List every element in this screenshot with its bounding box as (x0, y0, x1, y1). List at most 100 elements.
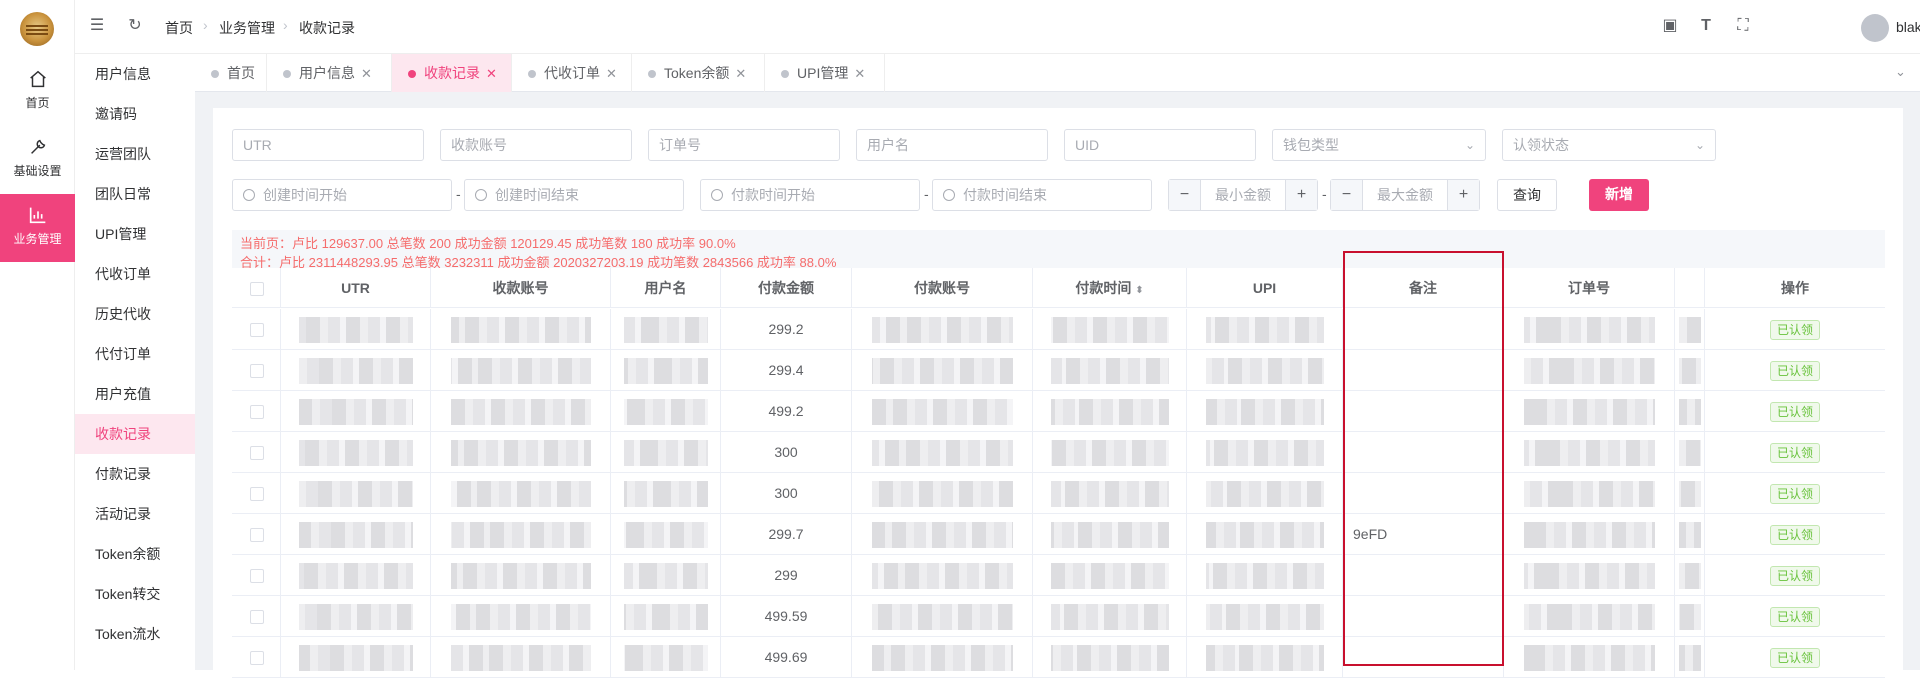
breadcrumb-item[interactable]: 首页 (165, 18, 193, 38)
create-start-picker[interactable]: 创建时间开始 (232, 179, 452, 211)
tab-label: 用户信息 (299, 65, 355, 81)
redacted-cell (1675, 350, 1705, 391)
sidebar-item-user-recharge[interactable]: 用户充值 (75, 374, 195, 414)
sidebar-item-team-daily[interactable]: 团队日常 (75, 174, 195, 214)
app-logo[interactable] (20, 12, 54, 46)
sort-icon[interactable]: ⬍ (1135, 285, 1143, 296)
col-order-no: 订单号 (1504, 268, 1675, 308)
table-row: 299.7 9eFD 已认领 (232, 514, 1885, 555)
table-header: UTR 收款账号 用户名 付款金额 付款账号 付款时间 ⬍ UPI 备注 订单号… (232, 268, 1885, 308)
claimed-badge[interactable]: 已认领 (1769, 402, 1820, 423)
sidebar-item-upi[interactable]: UPI管理 (75, 214, 195, 254)
picker-placeholder: 创建时间结束 (495, 187, 579, 203)
chevron-down-icon[interactable]: ⌄ (1895, 64, 1906, 80)
claimed-badge[interactable]: 已认领 (1769, 648, 1820, 669)
sidebar-item-ops-team[interactable]: 运营团队 (75, 134, 195, 174)
row-checkbox[interactable] (250, 364, 264, 378)
claimed-badge[interactable]: 已认领 (1769, 607, 1820, 628)
fullscreen-icon[interactable]: ⛶ (1734, 17, 1752, 35)
redacted-cell (611, 473, 721, 514)
redacted-block (1206, 317, 1324, 343)
redacted-block (451, 645, 591, 671)
image-icon[interactable]: ▣ (1661, 17, 1679, 35)
add-button[interactable]: 新增 (1589, 179, 1649, 211)
claimed-badge[interactable]: 已认领 (1769, 320, 1820, 341)
amount-cell: 499.69 (721, 637, 852, 678)
row-checkbox[interactable] (250, 323, 264, 337)
row-checkbox[interactable] (250, 651, 264, 665)
tab-dot-icon (211, 70, 219, 79)
create-end-picker[interactable]: 创建时间结束 (464, 179, 684, 211)
rail-item-home[interactable]: 首页 (0, 58, 75, 126)
row-checkbox[interactable] (250, 528, 264, 542)
username-input[interactable]: 用户名 (856, 129, 1048, 161)
sidebar-item-token-balance[interactable]: Token余额 (75, 534, 195, 574)
redacted-block (451, 440, 591, 466)
sidebar-item-payments[interactable]: 付款记录 (75, 454, 195, 494)
sidebar-item-activity[interactable]: 活动记录 (75, 494, 195, 534)
tab-collect-orders[interactable]: 代收订单 ✕ (512, 54, 632, 92)
tab-label: 代收订单 (544, 65, 600, 81)
minus-icon[interactable]: − (1331, 180, 1363, 210)
rail-item-business[interactable]: 业务管理 (0, 194, 75, 262)
tab-home[interactable]: 首页 (195, 54, 267, 92)
wallet-type-select[interactable]: 钱包类型 ⌄ (1272, 129, 1486, 161)
order-no-input[interactable]: 订单号 (648, 129, 840, 161)
redacted-block (451, 399, 591, 425)
breadcrumb-item[interactable]: 业务管理 (219, 18, 275, 38)
col-pay-time[interactable]: 付款时间 ⬍ (1033, 268, 1187, 308)
row-checkbox[interactable] (250, 569, 264, 583)
claimed-badge[interactable]: 已认领 (1769, 443, 1820, 464)
select-all-checkbox[interactable] (250, 282, 264, 296)
sidebar-item-payout-orders[interactable]: 代付订单 (75, 334, 195, 374)
claimed-badge[interactable]: 已认领 (1769, 484, 1820, 505)
claimed-badge[interactable]: 已认领 (1769, 361, 1820, 382)
max-amount-stepper[interactable]: − 最大金额 + (1330, 179, 1480, 211)
claim-status-select[interactable]: 认领状态 ⌄ (1502, 129, 1716, 161)
claimed-badge[interactable]: 已认领 (1769, 525, 1820, 546)
tab-receipts[interactable]: 收款记录 ✕ (392, 54, 512, 92)
row-checkbox[interactable] (250, 610, 264, 624)
utr-input[interactable]: UTR (232, 129, 424, 161)
close-icon[interactable]: ✕ (606, 66, 617, 81)
sidebar-item-collect-orders[interactable]: 代收订单 (75, 254, 195, 294)
amount-cell: 499.2 (721, 391, 852, 432)
query-button[interactable]: 查询 (1497, 179, 1557, 211)
font-size-icon[interactable]: T (1697, 17, 1715, 35)
rail-item-basic-settings[interactable]: 基础设置 (0, 126, 75, 194)
sidebar-item-token-transfer[interactable]: Token转交 (75, 574, 195, 614)
plus-icon[interactable]: + (1447, 180, 1479, 210)
pay-start-picker[interactable]: 付款时间开始 (700, 179, 920, 211)
uid-input[interactable]: UID (1064, 129, 1256, 161)
minus-icon[interactable]: − (1169, 180, 1201, 210)
row-checkbox[interactable] (250, 446, 264, 460)
sidebar-item-token-flow[interactable]: Token流水 (75, 614, 195, 654)
close-icon[interactable]: ✕ (735, 66, 746, 81)
close-icon[interactable]: ✕ (486, 66, 497, 81)
sidebar-item-receipts[interactable]: 收款记录 (75, 414, 195, 454)
username[interactable]: blake (1896, 19, 1920, 35)
tab-dot-icon (528, 70, 536, 79)
sidebar-item-history-collect[interactable]: 历史代收 (75, 294, 195, 334)
chevron-down-icon[interactable] (1857, 17, 1875, 35)
account-input[interactable]: 收款账号 (440, 129, 632, 161)
tab-upi[interactable]: UPI管理 ✕ (765, 54, 885, 92)
redacted-cell (1675, 637, 1705, 678)
claimed-badge[interactable]: 已认领 (1769, 566, 1820, 587)
clock-icon (943, 189, 955, 201)
tab-user-info[interactable]: 用户信息 ✕ (267, 54, 392, 92)
table-row: 299.2 已认领 (232, 309, 1885, 350)
min-amount-stepper[interactable]: − 最小金额 + (1168, 179, 1318, 211)
redacted-cell (852, 596, 1033, 637)
sidebar-item-invite-code[interactable]: 邀请码 (75, 94, 195, 134)
row-checkbox[interactable] (250, 487, 264, 501)
row-checkbox[interactable] (250, 405, 264, 419)
pay-end-picker[interactable]: 付款时间结束 (932, 179, 1152, 211)
close-icon[interactable]: ✕ (854, 66, 865, 81)
refresh-icon[interactable]: ↻ (126, 17, 144, 35)
close-icon[interactable]: ✕ (361, 66, 372, 81)
plus-icon[interactable]: + (1285, 180, 1317, 210)
menu-fold-icon[interactable]: ☰ (88, 17, 106, 35)
sidebar-item-user-info[interactable]: 用户信息 (75, 54, 195, 94)
tab-token-balance[interactable]: Token余额 ✕ (632, 54, 765, 92)
